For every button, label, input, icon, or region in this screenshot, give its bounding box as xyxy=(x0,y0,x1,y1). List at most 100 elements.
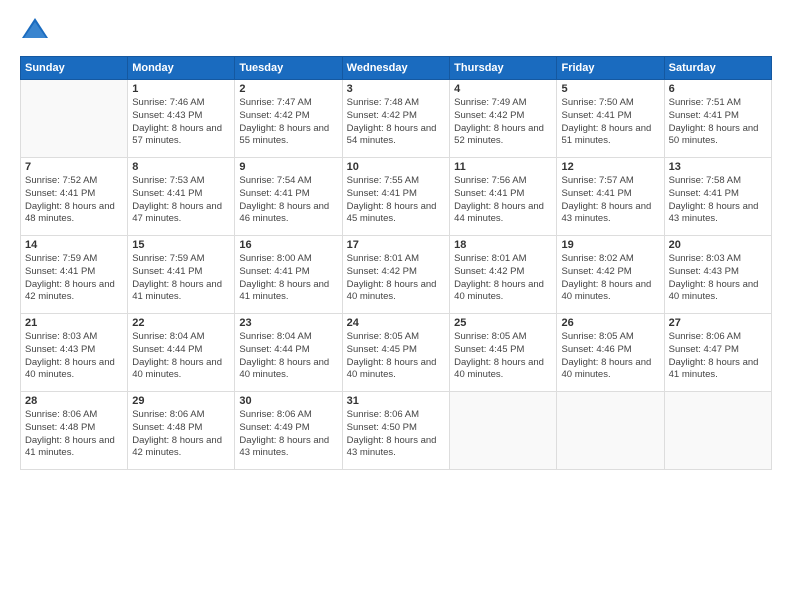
day-number: 18 xyxy=(454,239,552,251)
day-number: 19 xyxy=(561,239,659,251)
calendar-cell: 28Sunrise: 8:06 AMSunset: 4:48 PMDayligh… xyxy=(21,392,128,470)
calendar-cell: 30 Sunrise: 8:06 AMSunset: 4:49 PMDayligh… xyxy=(235,392,342,470)
day-number: 2 xyxy=(239,83,337,95)
calendar-cell: 20 Sunrise: 8:03 AMSunset: 4:43 PMDayligh… xyxy=(664,236,771,314)
day-number: 22 xyxy=(132,317,230,329)
day-number: 26 xyxy=(561,317,659,329)
calendar-cell: 23 Sunrise: 8:04 AMSunset: 4:44 PMDayligh… xyxy=(235,314,342,392)
week-row-4: 21 Sunrise: 8:03 AMSunset: 4:43 PMDayligh… xyxy=(21,314,772,392)
calendar-table: SundayMondayTuesdayWednesdayThursdayFrid… xyxy=(20,56,772,470)
weekday-header-monday: Monday xyxy=(128,57,235,80)
day-number: 21 xyxy=(25,317,123,329)
weekday-header-row: SundayMondayTuesdayWednesdayThursdayFrid… xyxy=(21,57,772,80)
day-info: Sunrise: 8:04 AMSunset: 4:44 PMDaylight:… xyxy=(132,331,230,382)
logo-icon xyxy=(20,16,50,46)
calendar-cell: 9 Sunrise: 7:54 AMSunset: 4:41 PMDaylight… xyxy=(235,158,342,236)
day-info: Sunrise: 8:05 AMSunset: 4:45 PMDaylight:… xyxy=(454,331,552,382)
calendar-cell: 8 Sunrise: 7:53 AMSunset: 4:41 PMDaylight… xyxy=(128,158,235,236)
calendar-cell: 31 Sunrise: 8:06 AMSunset: 4:50 PMDayligh… xyxy=(342,392,449,470)
day-info: Sunrise: 8:06 AMSunset: 4:49 PMDaylight:… xyxy=(239,409,337,460)
day-info: Sunrise: 7:48 AMSunset: 4:42 PMDaylight:… xyxy=(347,97,445,148)
day-info: Sunrise: 7:55 AMSunset: 4:41 PMDaylight:… xyxy=(347,175,445,226)
day-number: 30 xyxy=(239,395,337,407)
calendar-cell: 3Sunrise: 7:48 AMSunset: 4:42 PMDaylight… xyxy=(342,80,449,158)
day-info: Sunrise: 7:54 AMSunset: 4:41 PMDaylight:… xyxy=(239,175,337,226)
day-number: 29 xyxy=(132,395,230,407)
weekday-header-sunday: Sunday xyxy=(21,57,128,80)
calendar-cell: 14Sunrise: 7:59 AMSunset: 4:41 PMDayligh… xyxy=(21,236,128,314)
weekday-header-friday: Friday xyxy=(557,57,664,80)
calendar-cell: 22 Sunrise: 8:04 AMSunset: 4:44 PMDayligh… xyxy=(128,314,235,392)
day-number: 15 xyxy=(132,239,230,251)
day-info: Sunrise: 8:05 AMSunset: 4:46 PMDaylight:… xyxy=(561,331,659,382)
weekday-header-tuesday: Tuesday xyxy=(235,57,342,80)
day-info: Sunrise: 7:47 AMSunset: 4:42 PMDaylight:… xyxy=(239,97,337,148)
calendar-cell xyxy=(557,392,664,470)
day-info: Sunrise: 7:59 AMSunset: 4:41 PMDaylight:… xyxy=(132,253,230,304)
day-number: 25 xyxy=(454,317,552,329)
calendar-cell: 5 Sunrise: 7:50 AMSunset: 4:41 PMDaylight… xyxy=(557,80,664,158)
day-number: 27 xyxy=(669,317,767,329)
day-info: Sunrise: 7:57 AMSunset: 4:41 PMDaylight:… xyxy=(561,175,659,226)
calendar-cell: 13Sunrise: 7:58 AMSunset: 4:41 PMDayligh… xyxy=(664,158,771,236)
day-info: Sunrise: 8:06 AMSunset: 4:47 PMDaylight:… xyxy=(669,331,767,382)
day-info: Sunrise: 7:56 AMSunset: 4:41 PMDaylight:… xyxy=(454,175,552,226)
day-info: Sunrise: 7:46 AMSunset: 4:43 PMDaylight:… xyxy=(132,97,230,148)
day-number: 24 xyxy=(347,317,445,329)
calendar-cell: 2 Sunrise: 7:47 AMSunset: 4:42 PMDaylight… xyxy=(235,80,342,158)
calendar-cell: 10Sunrise: 7:55 AMSunset: 4:41 PMDayligh… xyxy=(342,158,449,236)
calendar-cell: 29Sunrise: 8:06 AMSunset: 4:48 PMDayligh… xyxy=(128,392,235,470)
day-info: Sunrise: 8:04 AMSunset: 4:44 PMDaylight:… xyxy=(239,331,337,382)
day-info: Sunrise: 7:59 AMSunset: 4:41 PMDaylight:… xyxy=(25,253,123,304)
calendar-cell: 18 Sunrise: 8:01 AMSunset: 4:42 PMDayligh… xyxy=(450,236,557,314)
day-number: 31 xyxy=(347,395,445,407)
day-number: 7 xyxy=(25,161,123,173)
day-info: Sunrise: 8:06 AMSunset: 4:50 PMDaylight:… xyxy=(347,409,445,460)
day-info: Sunrise: 8:05 AMSunset: 4:45 PMDaylight:… xyxy=(347,331,445,382)
day-number: 17 xyxy=(347,239,445,251)
day-info: Sunrise: 8:01 AMSunset: 4:42 PMDaylight:… xyxy=(454,253,552,304)
calendar-cell xyxy=(21,80,128,158)
calendar-cell: 16Sunrise: 8:00 AMSunset: 4:41 PMDayligh… xyxy=(235,236,342,314)
day-info: Sunrise: 7:50 AMSunset: 4:41 PMDaylight:… xyxy=(561,97,659,148)
calendar-cell: 25 Sunrise: 8:05 AMSunset: 4:45 PMDayligh… xyxy=(450,314,557,392)
calendar-cell: 4Sunrise: 7:49 AMSunset: 4:42 PMDaylight… xyxy=(450,80,557,158)
day-number: 12 xyxy=(561,161,659,173)
calendar-cell xyxy=(450,392,557,470)
day-number: 11 xyxy=(454,161,552,173)
day-info: Sunrise: 8:03 AMSunset: 4:43 PMDaylight:… xyxy=(25,331,123,382)
day-number: 20 xyxy=(669,239,767,251)
weekday-header-saturday: Saturday xyxy=(664,57,771,80)
calendar-cell: 27 Sunrise: 8:06 AMSunset: 4:47 PMDayligh… xyxy=(664,314,771,392)
week-row-3: 14Sunrise: 7:59 AMSunset: 4:41 PMDayligh… xyxy=(21,236,772,314)
week-row-1: 1 Sunrise: 7:46 AMSunset: 4:43 PMDaylight… xyxy=(21,80,772,158)
day-info: Sunrise: 8:02 AMSunset: 4:42 PMDaylight:… xyxy=(561,253,659,304)
calendar-cell: 1 Sunrise: 7:46 AMSunset: 4:43 PMDaylight… xyxy=(128,80,235,158)
day-number: 13 xyxy=(669,161,767,173)
day-number: 23 xyxy=(239,317,337,329)
day-info: Sunrise: 8:01 AMSunset: 4:42 PMDaylight:… xyxy=(347,253,445,304)
day-info: Sunrise: 7:52 AMSunset: 4:41 PMDaylight:… xyxy=(25,175,123,226)
page-container: SundayMondayTuesdayWednesdayThursdayFrid… xyxy=(0,0,792,480)
weekday-header-thursday: Thursday xyxy=(450,57,557,80)
day-number: 16 xyxy=(239,239,337,251)
day-info: Sunrise: 7:51 AMSunset: 4:41 PMDaylight:… xyxy=(669,97,767,148)
day-number: 1 xyxy=(132,83,230,95)
calendar-cell: 19 Sunrise: 8:02 AMSunset: 4:42 PMDayligh… xyxy=(557,236,664,314)
day-number: 9 xyxy=(239,161,337,173)
day-info: Sunrise: 7:53 AMSunset: 4:41 PMDaylight:… xyxy=(132,175,230,226)
week-row-5: 28Sunrise: 8:06 AMSunset: 4:48 PMDayligh… xyxy=(21,392,772,470)
calendar-cell: 7 Sunrise: 7:52 AMSunset: 4:41 PMDaylight… xyxy=(21,158,128,236)
calendar-cell: 17 Sunrise: 8:01 AMSunset: 4:42 PMDayligh… xyxy=(342,236,449,314)
day-info: Sunrise: 7:49 AMSunset: 4:42 PMDaylight:… xyxy=(454,97,552,148)
logo xyxy=(20,16,54,46)
header xyxy=(20,16,772,46)
day-info: Sunrise: 8:03 AMSunset: 4:43 PMDaylight:… xyxy=(669,253,767,304)
day-number: 6 xyxy=(669,83,767,95)
day-number: 8 xyxy=(132,161,230,173)
calendar-cell: 24 Sunrise: 8:05 AMSunset: 4:45 PMDayligh… xyxy=(342,314,449,392)
day-number: 5 xyxy=(561,83,659,95)
calendar-cell: 6 Sunrise: 7:51 AMSunset: 4:41 PMDaylight… xyxy=(664,80,771,158)
calendar-cell xyxy=(664,392,771,470)
weekday-header-wednesday: Wednesday xyxy=(342,57,449,80)
